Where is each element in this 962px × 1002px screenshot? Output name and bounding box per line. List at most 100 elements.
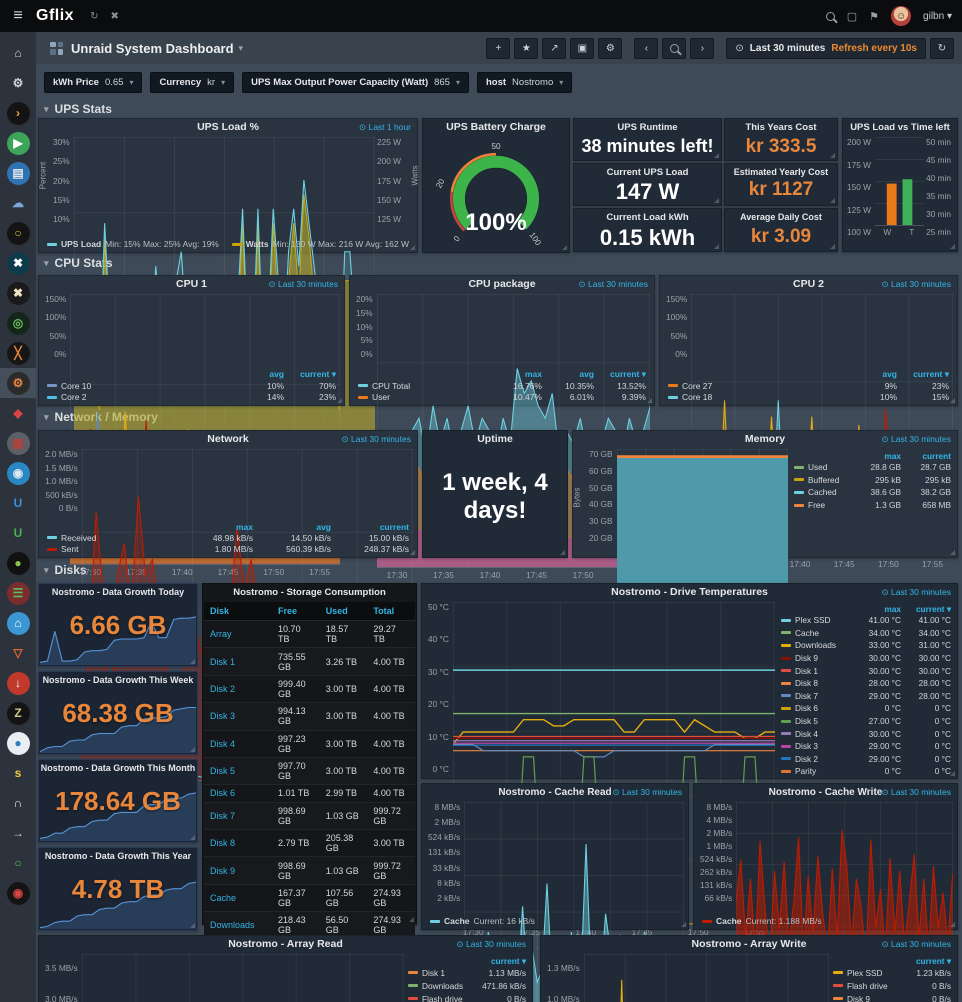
sidebar-app-icon[interactable]: ↓ [7, 672, 30, 695]
dashboard-title-caret-icon[interactable]: ▾ [239, 43, 244, 54]
panel-time-override[interactable]: Last 30 minutes [882, 787, 952, 798]
panel-time-override[interactable]: Last 30 minutes [613, 787, 683, 798]
sidebar-app-item[interactable]: ☁ [0, 188, 36, 218]
toolbar-button[interactable]: + [486, 38, 510, 59]
panel-title[interactable]: Nostromo - Data Growth This Year [39, 848, 197, 865]
legend-column[interactable]: current [901, 451, 951, 461]
legend-column[interactable]: avg [845, 369, 897, 380]
sidebar-app-icon[interactable]: U [7, 522, 30, 545]
panel-title[interactable]: Uptime [423, 431, 567, 448]
sidebar-app-item[interactable]: ☰ [0, 578, 36, 608]
menu-toggle-icon[interactable]: ≡ [0, 0, 36, 32]
legend-column[interactable]: current ▾ [466, 956, 526, 966]
panel-time-override[interactable]: Last 30 minutes [342, 434, 412, 445]
legend-item[interactable]: Downloads [781, 640, 851, 650]
sidebar-app-icon[interactable]: ● [7, 552, 30, 575]
legend-item[interactable]: Disk 8 [781, 678, 851, 688]
disk-name-cell[interactable]: Disk 6 [204, 785, 272, 802]
disk-name-cell[interactable]: Disk 7 [204, 802, 272, 829]
time-picker[interactable]: ⊙ Last 30 minutes Refresh every 10s [726, 38, 926, 59]
sidebar-app-icon[interactable]: ☁ [7, 192, 30, 215]
legend-item[interactable]: Disk 7 [781, 691, 851, 701]
disk-name-cell[interactable]: Disk 4 [204, 730, 272, 757]
sidebar-app-item[interactable]: → [0, 818, 36, 848]
time-back-button[interactable]: ‹ [634, 38, 658, 59]
sidebar-app-icon[interactable]: ⌂ [7, 612, 30, 635]
tab-close-icon[interactable]: ✖ [110, 11, 118, 22]
sidebar-app-icon[interactable]: ╳ [7, 342, 30, 365]
sidebar-app-icon[interactable]: ◎ [7, 312, 30, 335]
panel-title[interactable]: Nostromo - Data Growth This Month [39, 760, 197, 777]
legend-item[interactable]: CacheCurrent: 16 kB/s [430, 916, 535, 926]
sidebar-app-icon[interactable]: ✖ [7, 252, 30, 275]
legend-item[interactable]: CacheCurrent: 1.188 MB/s [702, 916, 822, 926]
disk-name-cell[interactable]: Disk 1 [204, 648, 272, 675]
sidebar-app-icon[interactable]: Z [7, 702, 30, 725]
sidebar-app-icon[interactable]: ▦ [7, 432, 30, 455]
panel-time-override[interactable]: Last 30 minutes [882, 587, 952, 598]
legend-item[interactable]: Disk 3 [781, 741, 851, 751]
disk-name-cell[interactable]: Disk 3 [204, 703, 272, 730]
section-ups-stats[interactable]: UPS Stats [44, 102, 112, 116]
legend-item[interactable]: Cache [781, 628, 851, 638]
sidebar-app-icon[interactable]: ⌂ [7, 42, 30, 65]
column-header[interactable]: Disk [204, 602, 272, 621]
panel-time-override[interactable]: Last 30 minutes [882, 939, 952, 950]
user-menu[interactable]: gilbn ▾ [923, 11, 952, 22]
legend-item[interactable]: Flash drive [408, 994, 466, 1002]
sidebar-app-item[interactable]: ● [0, 548, 36, 578]
sidebar-app-item[interactable]: ○ [0, 848, 36, 878]
legend-column[interactable]: avg [232, 369, 284, 380]
app-logo[interactable]: Gflix [36, 7, 74, 25]
sidebar-app-item[interactable]: U [0, 488, 36, 518]
legend-column[interactable]: avg [542, 369, 594, 380]
panel-title[interactable]: Nostromo - Data Growth Today [39, 584, 197, 601]
legend-column[interactable]: max [851, 604, 901, 614]
panel-title[interactable]: Nostromo - Storage Consumption [203, 584, 416, 601]
sidebar-app-icon[interactable]: › [7, 102, 30, 125]
legend-column[interactable]: current ▾ [891, 956, 951, 966]
panel-title[interactable]: UPS Load vs Time left [843, 119, 957, 136]
legend-item[interactable]: Disk 1 [408, 968, 466, 978]
avatar[interactable]: ☺ [891, 6, 911, 26]
sidebar-app-item[interactable]: ◉ [0, 458, 36, 488]
ups-bar-chart[interactable] [875, 137, 924, 226]
legend-item[interactable]: Downloads [408, 981, 466, 991]
legend-item[interactable]: Flash drive [833, 981, 891, 991]
legend-item[interactable]: Plex SSD [833, 968, 891, 978]
sidebar-app-item[interactable]: ⚙ [0, 68, 36, 98]
sidebar-app-icon[interactable]: U [7, 492, 30, 515]
disk-name-cell[interactable]: Cache [204, 884, 272, 911]
legend-column[interactable]: current ▾ [284, 369, 336, 380]
legend-item[interactable]: Cached [794, 487, 851, 497]
legend-item[interactable]: Disk 2 [781, 754, 851, 764]
apps-grid-icon[interactable] [50, 42, 63, 55]
playlist-icon[interactable]: ⚑ [869, 10, 879, 23]
dashboard-title[interactable]: Unraid System Dashboard [71, 41, 234, 56]
variable-dropdown[interactable]: host Nostromo ▾ [477, 72, 572, 93]
sidebar-app-item[interactable]: Z [0, 698, 36, 728]
sidebar-app-icon[interactable]: s [7, 762, 30, 785]
legend-column[interactable]: current ▾ [897, 369, 949, 380]
zoom-out-button[interactable] [662, 38, 686, 59]
sidebar-app-item[interactable]: ⌂ [0, 608, 36, 638]
sidebar-app-icon[interactable]: ▽ [7, 642, 30, 665]
sidebar-app-item[interactable]: ▽ [0, 638, 36, 668]
legend-item[interactable]: Disk 9 [781, 653, 851, 663]
array-write-chart[interactable] [584, 954, 829, 1002]
panel-title[interactable]: UPS Runtime [574, 119, 721, 136]
legend-item[interactable]: WattsMin: 130 W Max: 216 W Avg: 162 W [232, 239, 409, 249]
column-header[interactable]: Total [367, 602, 415, 621]
panel-title[interactable]: UPS Battery Charge [423, 119, 569, 136]
legend-item[interactable]: Core 18 [668, 392, 845, 402]
legend-item[interactable]: Buffered [794, 475, 851, 485]
disk-name-cell[interactable]: Disk 2 [204, 675, 272, 702]
panel-title[interactable]: Nostromo - Drive Temperatures [422, 584, 957, 601]
sidebar-app-item[interactable]: ◆ [0, 398, 36, 428]
toolbar-button[interactable]: ⚙ [598, 38, 622, 59]
legend-item[interactable]: Sent [47, 544, 175, 554]
legend-item[interactable]: Used [794, 462, 851, 472]
sidebar-app-item[interactable]: ↓ [0, 668, 36, 698]
disk-name-cell[interactable]: Disk 9 [204, 857, 272, 884]
legend-item[interactable]: Disk 1 [781, 666, 851, 676]
